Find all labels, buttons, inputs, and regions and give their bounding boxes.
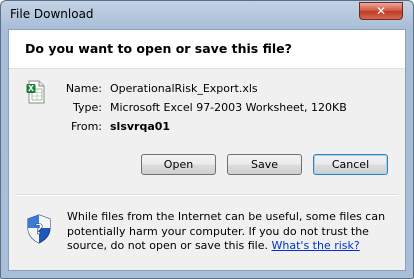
dialog-question: Do you want to open or save this file?	[25, 41, 292, 56]
window-title: File Download	[10, 7, 94, 21]
close-icon: ✕	[375, 4, 387, 18]
file-type-value: Microsoft Excel 97-2003 Worksheet, 120KB	[110, 101, 347, 114]
open-button[interactable]: Open	[141, 154, 216, 175]
separator	[16, 194, 398, 196]
type-label: Type:	[73, 101, 102, 114]
close-button[interactable]: ✕	[359, 2, 403, 20]
name-label: Name:	[65, 82, 102, 95]
security-shield-icon: ?	[27, 214, 51, 244]
dialog-body: Do you want to open or save this file? X…	[8, 29, 406, 271]
security-warning: While files from the Internet can be use…	[67, 210, 397, 254]
whats-the-risk-link[interactable]: What's the risk?	[272, 239, 360, 252]
save-button[interactable]: Save	[227, 154, 302, 175]
from-label: From:	[71, 120, 102, 133]
title-bar[interactable]: File Download ✕	[1, 1, 413, 29]
file-source-value: slsvrqa01	[110, 120, 171, 133]
dialog-header: Do you want to open or save this file?	[9, 30, 405, 69]
cancel-button[interactable]: Cancel	[313, 154, 388, 175]
file-download-dialog: File Download ✕ Do you want to open or s…	[0, 0, 414, 279]
svg-text:?: ?	[35, 222, 43, 238]
file-name-value: OperationalRisk_Export.xls	[110, 82, 258, 95]
svg-text:X: X	[28, 84, 34, 93]
